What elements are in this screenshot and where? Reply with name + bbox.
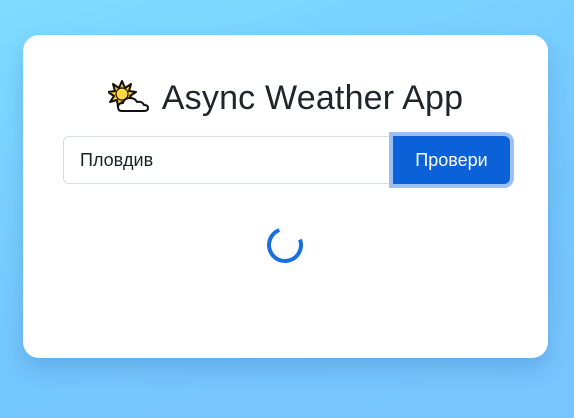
app-header: Async Weather App [23, 79, 548, 117]
city-input[interactable] [63, 136, 397, 184]
sun-behind-cloud-icon [107, 80, 149, 112]
loading-spinner-icon [267, 227, 303, 263]
weather-card: Async Weather App Провери [23, 35, 548, 358]
check-weather-button[interactable]: Провери [393, 136, 510, 184]
search-bar: Провери [63, 136, 510, 184]
page-title: Async Weather App [161, 79, 464, 117]
